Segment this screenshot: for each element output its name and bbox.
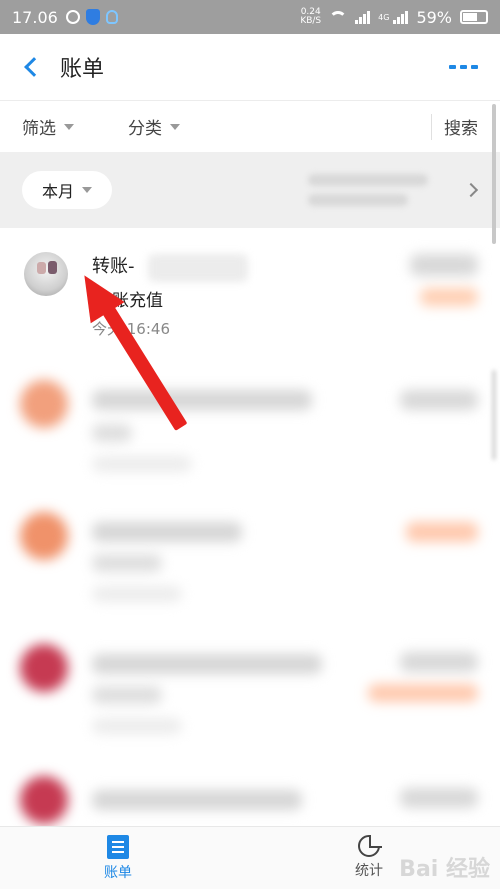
nav-bill-label: 账单 [104,865,132,881]
blurred-amount [410,254,478,276]
blurred-text [308,174,428,186]
blurred-text [92,718,182,734]
filter-bar: 筛选 分类 搜索 [0,100,500,152]
more-icon-dot [471,65,478,69]
blurred-text [92,456,192,472]
blurred-amount [406,522,478,542]
avatar [20,512,68,560]
bottom-nav: 账单 统计 Bai 经验 [0,826,500,889]
month-selector[interactable]: 本月 [22,171,112,209]
watermark: Bai 经验 [399,857,490,882]
scrollbar-shadow [492,370,496,460]
category-dropdown[interactable]: 分类 [128,114,180,139]
blurred-text [92,654,322,674]
chevron-left-icon [24,57,44,77]
battery-percent: 59% [416,7,452,27]
bill-icon [107,835,129,859]
transaction-row[interactable] [0,756,500,826]
transaction-row[interactable] [0,624,500,756]
avatar [20,776,68,824]
search-button[interactable]: 搜索 [431,113,478,140]
scrollbar[interactable] [492,104,496,244]
alarm-icon [65,10,80,24]
month-summary-blurred[interactable] [308,166,448,214]
caret-down-icon [64,123,74,130]
blurred-amount [400,390,478,410]
app-header: 账单 [0,34,500,100]
battery-icon [460,10,488,24]
network-type-label: 4G [378,12,390,22]
blurred-text [92,522,242,542]
search-label: 搜索 [444,119,478,139]
blurred-text [92,586,182,602]
avatar [20,380,68,428]
status-left-icons [65,9,118,25]
status-right-icons: 0.24 KB/S 4G 59% [300,8,488,27]
caret-down-icon [170,123,180,130]
blurred-status [368,684,478,702]
avatar [24,252,68,296]
shield-icon [85,9,100,25]
status-time: 17.06 [12,7,58,27]
page-title: 账单 [60,57,105,82]
filter-label: 筛选 [22,119,56,139]
caret-down-icon [82,187,92,193]
avatar [20,644,68,692]
blurred-text [92,554,162,572]
chevron-right-icon[interactable] [463,182,479,198]
signal-icon [355,10,371,24]
transaction-row[interactable] [0,360,500,492]
blurred-text [148,254,248,282]
transaction-list: 转账- 账充值 今天 16:46 [0,228,500,826]
blurred-text [92,390,312,410]
more-icon [449,65,456,69]
filter-dropdown[interactable]: 筛选 [22,114,74,139]
status-bar: 17.06 0.24 KB/S 4G 59% [0,0,500,34]
blurred-text [92,790,302,810]
nav-stats-label: 统计 [355,863,383,879]
qq-icon [105,10,118,24]
blurred-text [308,194,408,206]
blurred-status [420,288,478,306]
back-button[interactable] [0,34,60,100]
month-bar: 本月 [0,152,500,228]
category-label: 分类 [128,119,162,139]
month-label: 本月 [41,182,74,201]
blurred-text [92,686,162,704]
transaction-row[interactable] [0,492,500,624]
more-icon-dot [460,65,467,69]
network-speed-unit: KB/S [300,16,322,26]
signal-icon-2 [393,10,409,24]
network-speed: 0.24 KB/S [300,8,321,26]
blurred-amount [400,652,478,672]
more-button[interactable] [449,65,478,69]
blurred-text [92,424,132,442]
nav-bill[interactable]: 账单 [104,835,132,882]
wifi-icon [329,11,348,23]
pie-chart-icon [358,835,382,857]
nav-stats[interactable]: 统计 [355,835,383,880]
blurred-amount [400,788,478,808]
